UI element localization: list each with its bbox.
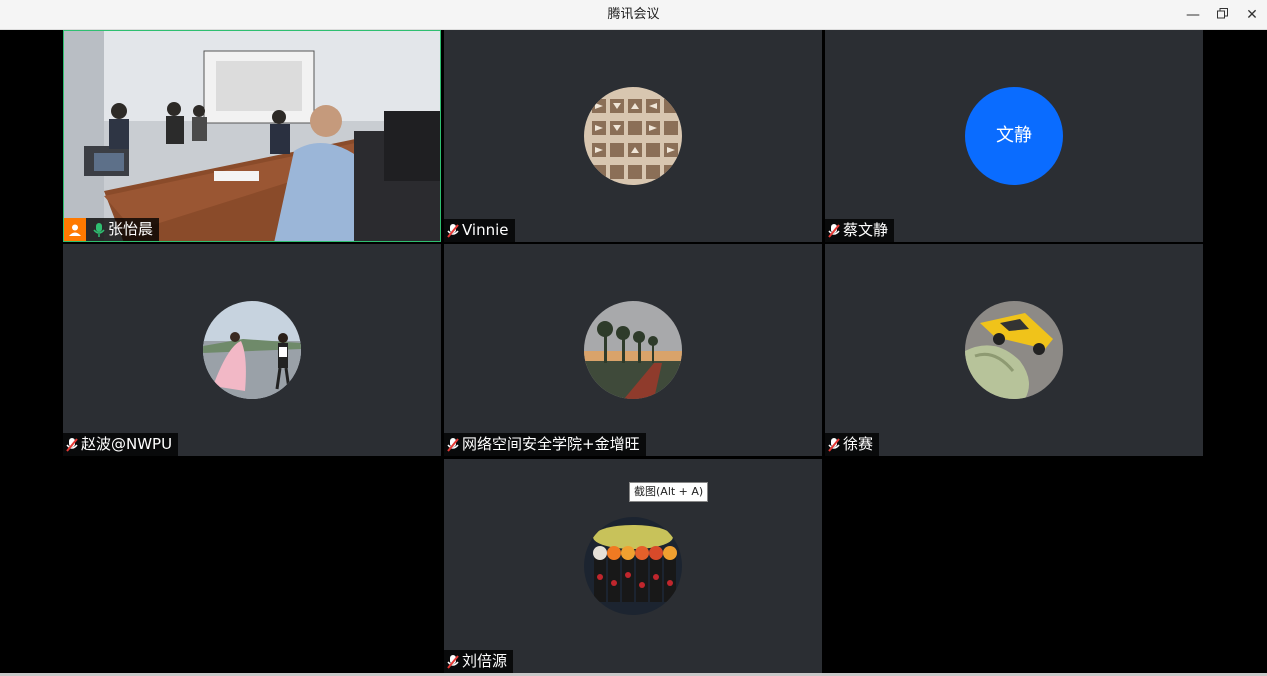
- restore-icon[interactable]: [1208, 0, 1236, 30]
- title-bar: 腾讯会议 — ✕: [0, 0, 1267, 30]
- mic-on-icon: [93, 222, 105, 237]
- participant-nametag: 网络空间安全学院+金增旺: [444, 433, 646, 456]
- participant-tile-1[interactable]: Vinnie: [444, 30, 822, 242]
- participant-name: 刘倍源: [462, 652, 508, 670]
- participant-name: Vinnie: [462, 221, 509, 239]
- participant-name: 徐赛: [843, 435, 874, 453]
- mic-muted-icon: [828, 223, 840, 238]
- mic-muted-icon: [66, 437, 78, 452]
- window-title: 腾讯会议: [607, 7, 660, 22]
- participant-nametag: 徐赛: [825, 433, 880, 456]
- avatar: [965, 301, 1063, 399]
- participant-tile-3[interactable]: 赵波@NWPU: [63, 244, 441, 456]
- participant-tile-2[interactable]: 文静 蔡文静: [825, 30, 1203, 242]
- mic-muted-icon: [447, 437, 459, 452]
- participant-tile-4[interactable]: 网络空间安全学院+金增旺: [444, 244, 822, 456]
- participant-nametag: 刘倍源: [444, 650, 514, 673]
- mic-muted-icon: [828, 437, 840, 452]
- avatar-text: 文静: [965, 87, 1063, 185]
- minimize-icon[interactable]: —: [1179, 0, 1207, 30]
- participant-nametag: Vinnie: [444, 219, 515, 242]
- mic-muted-icon: [447, 223, 459, 238]
- participant-name: 蔡文静: [843, 221, 889, 239]
- participant-nametag: 赵波@NWPU: [63, 433, 179, 456]
- avatar: [584, 87, 682, 185]
- close-icon[interactable]: ✕: [1238, 0, 1266, 30]
- avatar: [584, 517, 682, 615]
- camera-feed: [64, 31, 440, 241]
- screenshot-tooltip: 截图(Alt + A): [629, 482, 709, 502]
- avatar: [584, 301, 682, 399]
- participant-nametag: 蔡文静: [825, 219, 895, 242]
- video-grid: 张怡晨 Vinnie 文静 蔡文静 赵波@NWPU 网络空间安全学院+金增旺 徐…: [0, 30, 1267, 676]
- participant-nametag: 张怡晨: [64, 218, 160, 241]
- mic-muted-icon: [447, 654, 459, 669]
- participant-tile-0[interactable]: 张怡晨: [63, 30, 441, 242]
- avatar: [203, 301, 301, 399]
- participant-name: 赵波@NWPU: [81, 435, 173, 453]
- participant-tile-5[interactable]: 徐赛: [825, 244, 1203, 456]
- participant-name: 张怡晨: [108, 220, 154, 238]
- host-badge-icon: [64, 218, 86, 241]
- participant-name: 网络空间安全学院+金增旺: [462, 435, 640, 453]
